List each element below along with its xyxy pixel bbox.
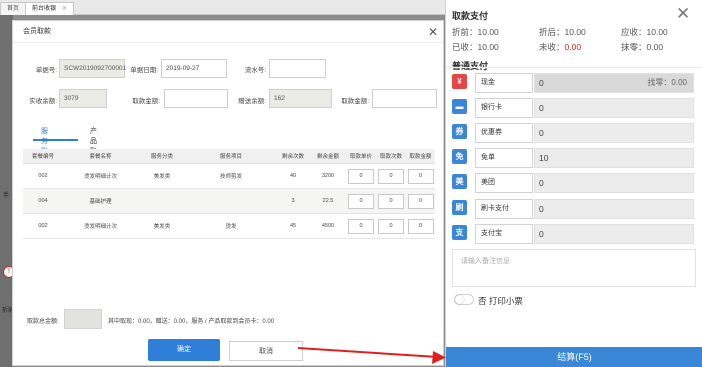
arrow-line [297, 347, 439, 358]
annotation-arrow-icon [297, 347, 446, 364]
arrow-head [432, 351, 446, 364]
